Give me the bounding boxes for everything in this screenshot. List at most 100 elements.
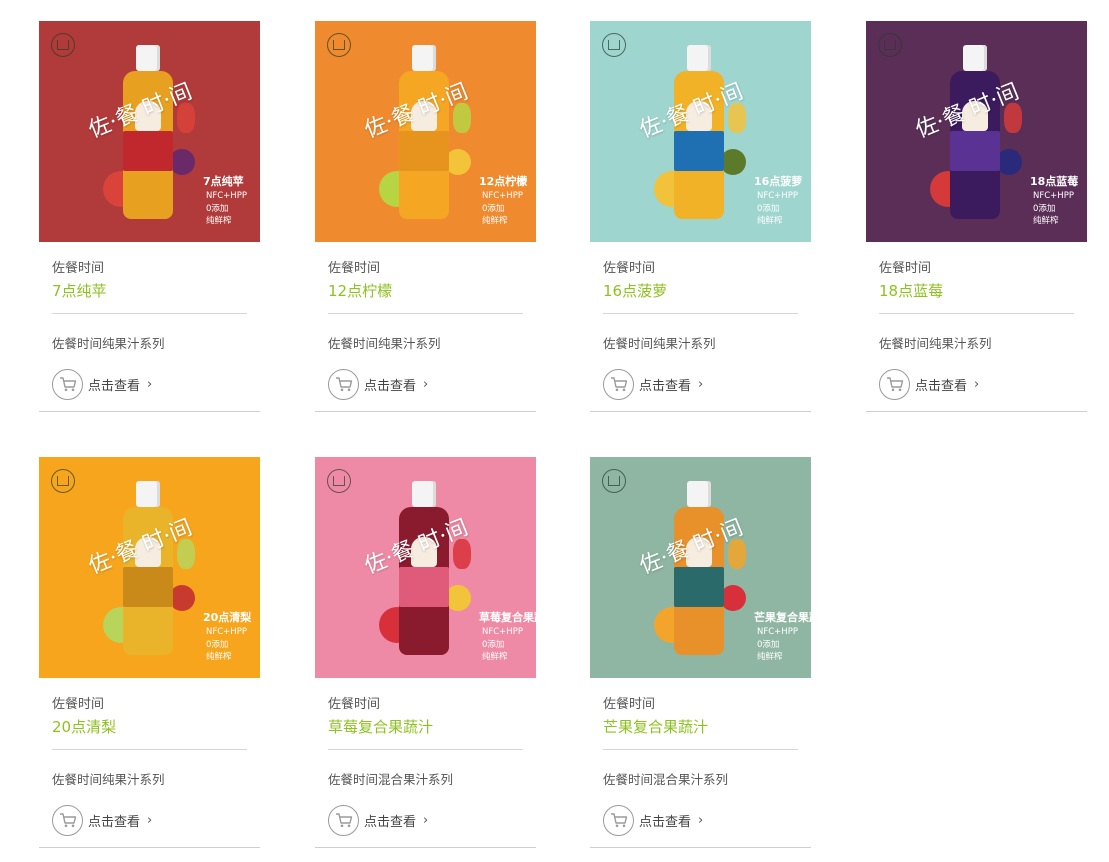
- product-series: 佐餐时间纯果汁系列: [328, 336, 441, 351]
- product-brand: 佐餐时间: [328, 261, 381, 276]
- view-details-button[interactable]: 点击查看 ›: [328, 804, 428, 836]
- card-bottom-border: [590, 411, 811, 412]
- bottle-cap: [136, 481, 160, 507]
- product-name[interactable]: 12点柠檬: [328, 280, 392, 301]
- product-series: 佐餐时间混合果汁系列: [603, 772, 729, 787]
- brand-logo-icon: [51, 33, 75, 57]
- product-name[interactable]: 芒果复合果蔬汁: [603, 716, 708, 737]
- bottle-cap: [963, 45, 987, 71]
- brand-logo-icon: [602, 33, 626, 57]
- brand-logo-icon: [327, 469, 351, 493]
- image-product-spec: NFC+HPP 0添加 纯鲜榨: [757, 191, 798, 226]
- image-product-spec: NFC+HPP 0添加 纯鲜榨: [482, 627, 523, 662]
- product-brand: 佐餐时间: [603, 697, 656, 712]
- image-product-title: 草莓复合果蔬汁: [479, 611, 536, 624]
- divider: [52, 313, 247, 314]
- view-details-label: 点击查看: [88, 378, 141, 394]
- product-series: 佐餐时间纯果汁系列: [879, 336, 992, 351]
- image-product-title: 18点蓝莓: [1030, 175, 1079, 188]
- bottle-cap: [687, 45, 711, 71]
- image-product-spec: NFC+HPP 0添加 纯鲜榨: [757, 627, 798, 662]
- shopping-cart-icon[interactable]: [879, 368, 910, 400]
- card-bottom-border: [39, 411, 260, 412]
- product-name[interactable]: 20点清梨: [52, 716, 116, 737]
- card-bottom-border: [590, 847, 811, 848]
- product-brand: 佐餐时间: [52, 261, 105, 276]
- bottle-label: [674, 567, 724, 607]
- product-series: 佐餐时间纯果汁系列: [52, 336, 165, 351]
- bottle-cap: [687, 481, 711, 507]
- view-details-label: 点击查看: [88, 814, 141, 830]
- divider: [879, 313, 1074, 314]
- image-product-title: 7点纯苹: [203, 175, 244, 188]
- card-bottom-border: [39, 847, 260, 848]
- bottle-label: [399, 131, 449, 171]
- image-product-title: 芒果复合果蔬汁: [754, 611, 811, 624]
- divider: [603, 313, 798, 314]
- product-image[interactable]: 佐·餐 时·间 7点纯苹 NFC+HPP 0添加 纯鲜榨: [39, 21, 260, 242]
- bottle-label: [123, 567, 173, 607]
- card-bottom-border: [315, 411, 536, 412]
- divider: [328, 749, 523, 750]
- chevron-right-icon: ›: [423, 812, 429, 828]
- view-details-label: 点击查看: [364, 378, 417, 394]
- card-bottom-border: [315, 847, 536, 848]
- bottle-label: [123, 131, 173, 171]
- image-product-spec: NFC+HPP 0添加 纯鲜榨: [482, 191, 523, 226]
- product-name[interactable]: 草莓复合果蔬汁: [328, 716, 433, 737]
- product-name[interactable]: 7点纯苹: [52, 280, 107, 301]
- shopping-cart-icon[interactable]: [328, 368, 359, 400]
- product-image[interactable]: 佐·餐 时·间 草莓复合果蔬汁 NFC+HPP 0添加 纯鲜榨: [315, 457, 536, 678]
- image-product-spec: NFC+HPP 0添加 纯鲜榨: [206, 627, 247, 662]
- view-details-button[interactable]: 点击查看 ›: [52, 804, 152, 836]
- bottle-label: [674, 131, 724, 171]
- shopping-cart-icon[interactable]: [52, 804, 83, 836]
- divider: [328, 313, 523, 314]
- chevron-right-icon: ›: [974, 376, 980, 392]
- product-image[interactable]: 佐·餐 时·间 20点清梨 NFC+HPP 0添加 纯鲜榨: [39, 457, 260, 678]
- view-details-label: 点击查看: [639, 814, 692, 830]
- shopping-cart-icon[interactable]: [328, 804, 359, 836]
- product-brand: 佐餐时间: [603, 261, 656, 276]
- product-card-4[interactable]: 佐·餐 时·间 18点蓝莓 NFC+HPP 0添加 纯鲜榨 佐餐时间 18点蓝莓…: [866, 21, 1087, 413]
- product-image[interactable]: 佐·餐 时·间 芒果复合果蔬汁 NFC+HPP 0添加 纯鲜榨: [590, 457, 811, 678]
- shopping-cart-icon[interactable]: [603, 368, 634, 400]
- product-name[interactable]: 18点蓝莓: [879, 280, 943, 301]
- view-details-button[interactable]: 点击查看 ›: [328, 368, 428, 400]
- product-card-3[interactable]: 佐·餐 时·间 16点菠萝 NFC+HPP 0添加 纯鲜榨 佐餐时间 16点菠萝…: [590, 21, 811, 413]
- view-details-button[interactable]: 点击查看 ›: [52, 368, 152, 400]
- view-details-button[interactable]: 点击查看 ›: [603, 368, 703, 400]
- image-product-title: 20点清梨: [203, 611, 252, 624]
- product-brand: 佐餐时间: [879, 261, 932, 276]
- image-product-spec: NFC+HPP 0添加 纯鲜榨: [1033, 191, 1074, 226]
- product-image[interactable]: 佐·餐 时·间 12点柠檬 NFC+HPP 0添加 纯鲜榨: [315, 21, 536, 242]
- view-details-button[interactable]: 点击查看 ›: [603, 804, 703, 836]
- product-card-7[interactable]: 佐·餐 时·间 芒果复合果蔬汁 NFC+HPP 0添加 纯鲜榨 佐餐时间 芒果复…: [590, 457, 811, 849]
- brand-logo-icon: [878, 33, 902, 57]
- product-series: 佐餐时间纯果汁系列: [52, 772, 165, 787]
- bottle-label: [950, 131, 1000, 171]
- product-card-2[interactable]: 佐·餐 时·间 12点柠檬 NFC+HPP 0添加 纯鲜榨 佐餐时间 12点柠檬…: [315, 21, 536, 413]
- brand-logo-icon: [602, 469, 626, 493]
- image-product-spec: NFC+HPP 0添加 纯鲜榨: [206, 191, 247, 226]
- product-card-1[interactable]: 佐·餐 时·间 7点纯苹 NFC+HPP 0添加 纯鲜榨 佐餐时间 7点纯苹 佐…: [39, 21, 260, 413]
- brand-logo-icon: [51, 469, 75, 493]
- product-name[interactable]: 16点菠萝: [603, 280, 667, 301]
- product-card-5[interactable]: 佐·餐 时·间 20点清梨 NFC+HPP 0添加 纯鲜榨 佐餐时间 20点清梨…: [39, 457, 260, 849]
- product-image[interactable]: 佐·餐 时·间 16点菠萝 NFC+HPP 0添加 纯鲜榨: [590, 21, 811, 242]
- image-product-title: 16点菠萝: [754, 175, 803, 188]
- bottle-label: [399, 567, 449, 607]
- shopping-cart-icon[interactable]: [52, 368, 83, 400]
- product-brand: 佐餐时间: [328, 697, 381, 712]
- brand-logo-icon: [327, 33, 351, 57]
- product-image[interactable]: 佐·餐 时·间 18点蓝莓 NFC+HPP 0添加 纯鲜榨: [866, 21, 1087, 242]
- view-details-button[interactable]: 点击查看 ›: [879, 368, 979, 400]
- divider: [603, 749, 798, 750]
- bottle-cap: [412, 45, 436, 71]
- divider: [52, 749, 247, 750]
- shopping-cart-icon[interactable]: [603, 804, 634, 836]
- product-series: 佐餐时间纯果汁系列: [603, 336, 716, 351]
- chevron-right-icon: ›: [698, 812, 704, 828]
- chevron-right-icon: ›: [147, 812, 153, 828]
- product-card-6[interactable]: 佐·餐 时·间 草莓复合果蔬汁 NFC+HPP 0添加 纯鲜榨 佐餐时间 草莓复…: [315, 457, 536, 849]
